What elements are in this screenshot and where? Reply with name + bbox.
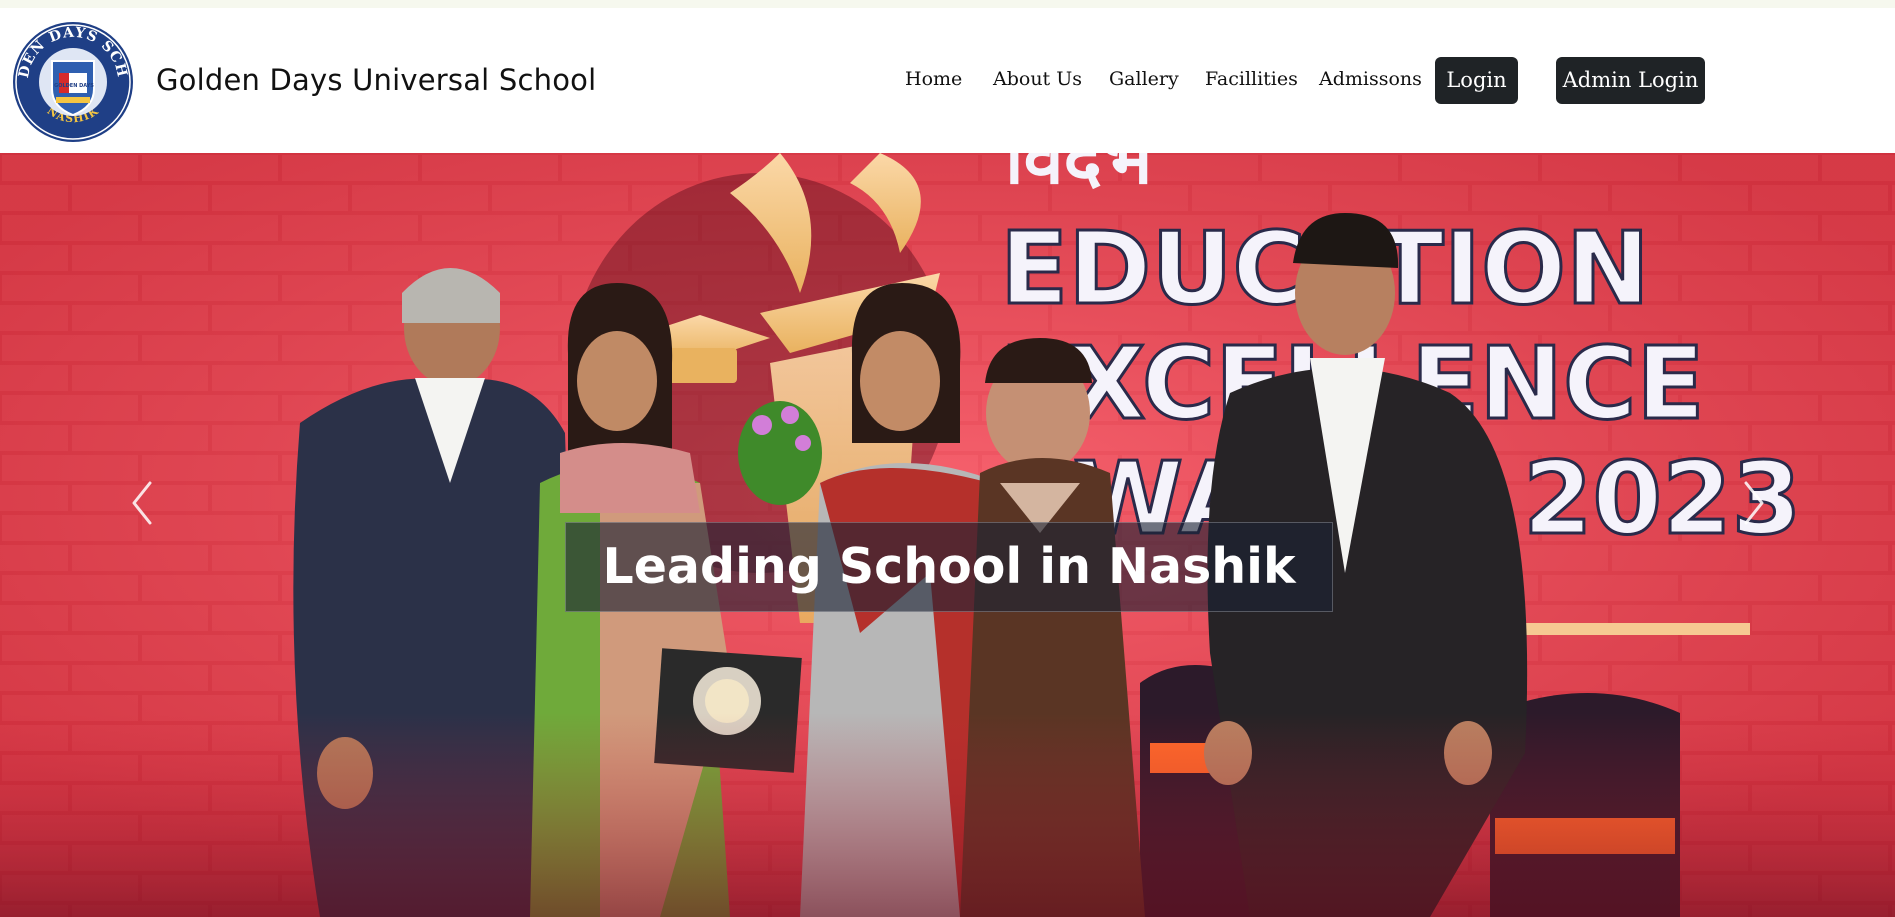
carousel-prev-icon[interactable] [122, 473, 162, 533]
logo-crest-text: GOLDEN DAYS [54, 83, 94, 89]
site-title[interactable]: Golden Days Universal School [156, 63, 596, 97]
school-logo[interactable]: GOLDEN DAYS SCHOOL NASHIK GOLDEN DAYS [12, 21, 134, 143]
nav-admissions[interactable]: Admissons [1319, 68, 1422, 90]
nav-home[interactable]: Home [905, 68, 962, 90]
nav-gallery[interactable]: Gallery [1109, 68, 1179, 90]
hero-carousel: विदर्भ EDUCATION EXCELLENCE AWARDS 2023 [0, 153, 1895, 917]
admin-login-button[interactable]: Admin Login [1556, 57, 1705, 104]
svg-text:विदर्भ: विदर्भ [1003, 153, 1156, 200]
nav-about-us[interactable]: About Us [993, 68, 1082, 90]
hero-caption: Leading School in Nashik [602, 538, 1296, 595]
carousel-next-icon[interactable] [1734, 473, 1774, 533]
login-button[interactable]: Login [1435, 57, 1518, 104]
site-header: GOLDEN DAYS SCHOOL NASHIK GOLDEN DAYS Go… [0, 8, 1895, 153]
hero-caption-box: Leading School in Nashik [565, 522, 1333, 612]
nav-facilities[interactable]: Facillities [1205, 68, 1298, 90]
